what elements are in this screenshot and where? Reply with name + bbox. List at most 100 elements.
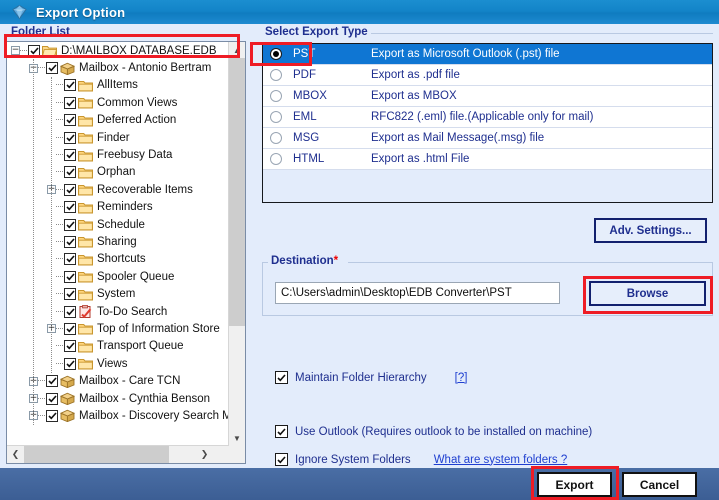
browse-button[interactable]: Browse xyxy=(589,281,706,306)
export-type-radio[interactable] xyxy=(270,132,282,144)
scroll-left-arrow-icon[interactable]: ❮ xyxy=(7,446,24,463)
export-type-radio[interactable] xyxy=(270,69,282,81)
export-type-group-rule xyxy=(370,33,713,34)
option-use-outlook[interactable]: Use Outlook (Requires outlook to be inst… xyxy=(275,425,592,438)
tree-item-checkbox[interactable] xyxy=(64,340,76,353)
folder-tree[interactable]: − D:\MAILBOX DATABASE.EDB − Mailbox - Anton… xyxy=(7,42,229,425)
tree-item[interactable]: Reminders xyxy=(7,199,229,216)
tree-item[interactable]: + Mailbox - Cynthia Benson xyxy=(7,390,229,407)
export-type-row[interactable]: MSG Export as Mail Message(.msg) file xyxy=(263,128,712,149)
tree-item[interactable]: Views xyxy=(7,355,229,372)
tree-item[interactable]: Common Views xyxy=(7,94,229,111)
tree-item[interactable]: Orphan xyxy=(7,164,229,181)
tree-item-checkbox[interactable] xyxy=(64,322,76,335)
scroll-right-arrow-icon[interactable]: ❯ xyxy=(196,446,213,463)
tree-item-checkbox[interactable] xyxy=(64,218,76,231)
option-ignore-system-folders[interactable]: Ignore System Folders What are system fo… xyxy=(275,453,567,466)
tree-item[interactable]: Shortcuts xyxy=(7,251,229,268)
scroll-up-arrow-icon[interactable]: ▲ xyxy=(229,42,245,58)
tree-item[interactable]: To-Do Search xyxy=(7,303,229,320)
tree-item-checkbox[interactable] xyxy=(64,288,76,301)
tree-item-checkbox[interactable] xyxy=(46,409,58,422)
tree-item[interactable]: System xyxy=(7,285,229,302)
tree-item-checkbox[interactable] xyxy=(64,96,76,109)
tree-expander-collapse-icon[interactable]: − xyxy=(11,46,20,56)
system-folders-help-link[interactable]: What are system folders ? xyxy=(434,454,568,466)
tree-item[interactable]: +Mailbox - Discovery Search Mailbox xyxy=(7,407,229,424)
tree-item[interactable]: Deferred Action xyxy=(7,112,229,129)
adv-settings-button[interactable]: Adv. Settings... xyxy=(594,218,707,243)
tree-item-label: System xyxy=(97,288,136,301)
option-maintain-folder-hierarchy[interactable]: Maintain Folder Hierarchy [?] xyxy=(275,371,467,384)
horizontal-scroll-thumb[interactable] xyxy=(24,446,169,463)
cancel-button[interactable]: Cancel xyxy=(622,472,697,497)
tree-item-checkbox[interactable] xyxy=(64,305,76,318)
export-button[interactable]: Export xyxy=(537,472,612,497)
hierarchy-help-link[interactable]: [?] xyxy=(455,372,468,384)
tree-item-checkbox[interactable] xyxy=(64,253,76,266)
folder-icon xyxy=(78,322,93,335)
tree-item-checkbox[interactable] xyxy=(64,149,76,162)
tree-item[interactable]: Transport Queue xyxy=(7,338,229,355)
export-type-radio[interactable] xyxy=(270,90,282,102)
export-type-radio[interactable] xyxy=(270,111,282,123)
folder-tree-viewport[interactable]: − D:\MAILBOX DATABASE.EDB − Mailbox - Anton… xyxy=(7,42,229,446)
export-type-list[interactable]: PST Export as Microsoft Outlook (.pst) fi… xyxy=(262,43,713,203)
scroll-down-arrow-icon[interactable]: ▼ xyxy=(229,430,245,446)
folder-icon xyxy=(78,131,93,144)
vertical-scroll-thumb[interactable] xyxy=(229,58,245,326)
tree-item-label: Common Views xyxy=(97,96,178,109)
tree-connector-line xyxy=(56,188,63,191)
tree-horizontal-scrollbar[interactable]: ❮ ❯ xyxy=(7,445,229,463)
tree-item-checkbox[interactable] xyxy=(46,62,58,75)
tree-item-label: Freebusy Data xyxy=(97,149,173,162)
tree-item-label: Finder xyxy=(97,131,130,144)
export-type-description: Export as Mail Message(.msg) file xyxy=(371,132,545,144)
export-type-radio[interactable] xyxy=(270,48,282,60)
tree-item-checkbox[interactable] xyxy=(64,270,76,283)
tree-item-label: Top of Information Store xyxy=(97,322,220,335)
tree-item-checkbox[interactable] xyxy=(64,79,76,92)
tree-vertical-scrollbar[interactable]: ▲ ▼ xyxy=(228,42,245,446)
tree-connector-line xyxy=(56,84,63,86)
tree-item[interactable]: Sharing xyxy=(7,233,229,250)
tree-item-checkbox[interactable] xyxy=(64,166,76,179)
tree-item-checkbox[interactable] xyxy=(64,183,76,196)
tree-item-checkbox[interactable] xyxy=(64,201,76,214)
tree-item-checkbox[interactable] xyxy=(64,357,76,370)
tree-item[interactable]: AllItems xyxy=(7,77,229,94)
tree-item-checkbox[interactable] xyxy=(64,235,76,248)
folder-icon xyxy=(78,253,93,266)
tree-connector-line xyxy=(56,240,63,243)
tree-item[interactable]: + Top of Information Store xyxy=(7,320,229,337)
tree-item-checkbox[interactable] xyxy=(28,44,40,57)
tree-item-label: Transport Queue xyxy=(97,340,184,353)
export-type-radio[interactable] xyxy=(270,153,282,165)
export-type-row[interactable]: PDF Export as .pdf file xyxy=(263,65,712,86)
ignore-system-folders-checkbox[interactable] xyxy=(275,453,288,466)
maintain-hierarchy-checkbox[interactable] xyxy=(275,371,288,384)
tree-item-checkbox[interactable] xyxy=(64,131,76,144)
tree-item-checkbox[interactable] xyxy=(46,392,58,405)
export-type-row[interactable]: PST Export as Microsoft Outlook (.pst) fi… xyxy=(263,44,712,65)
tree-item[interactable]: Spooler Queue xyxy=(7,268,229,285)
export-type-row[interactable]: MBOX Export as MBOX xyxy=(263,86,712,107)
tree-item[interactable]: Finder xyxy=(7,129,229,146)
tree-item[interactable]: − D:\MAILBOX DATABASE.EDB xyxy=(7,42,229,59)
tree-item[interactable]: + Mailbox - Care TCN xyxy=(7,372,229,389)
folder-tree-panel[interactable]: − D:\MAILBOX DATABASE.EDB − Mailbox - Anton… xyxy=(6,41,246,464)
tree-item-checkbox[interactable] xyxy=(64,114,76,127)
destination-path-input[interactable]: C:\Users\admin\Desktop\EDB Converter\PST xyxy=(275,282,560,304)
tree-item-checkbox[interactable] xyxy=(46,375,58,388)
tree-item[interactable]: Schedule xyxy=(7,216,229,233)
tree-item[interactable]: − Mailbox - Antonio Bertram xyxy=(7,59,229,76)
export-type-row[interactable]: EML RFC822 (.eml) file.(Applicable only f… xyxy=(263,107,712,128)
tree-item[interactable]: + Recoverable Items xyxy=(7,181,229,198)
use-outlook-checkbox[interactable] xyxy=(275,425,288,438)
export-type-row[interactable]: HTML Export as .html File xyxy=(263,149,712,170)
tree-item[interactable]: Freebusy Data xyxy=(7,146,229,163)
